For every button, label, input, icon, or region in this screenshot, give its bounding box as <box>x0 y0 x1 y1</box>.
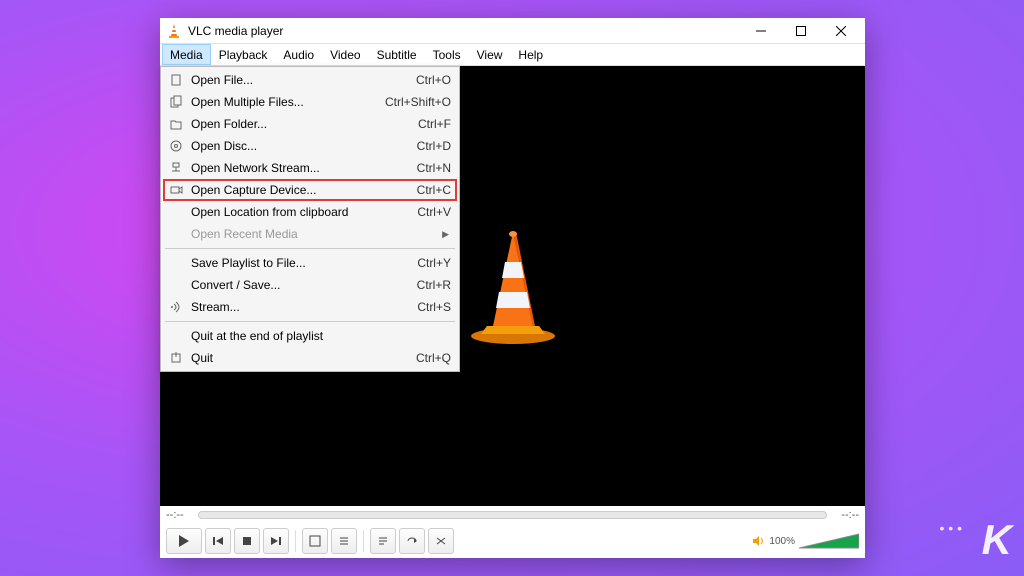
separator <box>295 530 296 552</box>
maximize-button[interactable] <box>781 18 821 44</box>
speaker-icon[interactable] <box>751 534 765 548</box>
menu-item-label: Open Folder... <box>191 117 418 131</box>
menu-item-open-network-stream[interactable]: Open Network Stream...Ctrl+N <box>163 157 457 179</box>
menu-view[interactable]: View <box>469 44 511 65</box>
files-icon <box>167 95 185 109</box>
menu-item-shortcut: Ctrl+O <box>416 73 451 87</box>
menu-item-save-playlist-to-file[interactable]: Save Playlist to File...Ctrl+Y <box>163 252 457 274</box>
quit-icon <box>167 351 185 365</box>
menu-item-label: Open Recent Media <box>191 227 451 241</box>
menu-item-shortcut: Ctrl+C <box>417 183 451 197</box>
loop-button[interactable] <box>399 528 425 554</box>
menu-item-shortcut: Ctrl+N <box>417 161 451 175</box>
volume-label: 100% <box>769 536 795 547</box>
menu-item-label: Quit at the end of playlist <box>191 329 451 343</box>
menubar: Media Playback Audio Video Subtitle Tool… <box>160 44 865 66</box>
menu-item-label: Open Disc... <box>191 139 417 153</box>
menu-item-label: Convert / Save... <box>191 278 417 292</box>
playlist-button[interactable] <box>370 528 396 554</box>
minimize-button[interactable] <box>741 18 781 44</box>
window-title: VLC media player <box>188 24 741 38</box>
menu-item-open-folder[interactable]: Open Folder...Ctrl+F <box>163 113 457 135</box>
folder-icon <box>167 117 185 131</box>
menu-tools[interactable]: Tools <box>425 44 469 65</box>
menu-subtitle[interactable]: Subtitle <box>369 44 425 65</box>
shuffle-button[interactable] <box>428 528 454 554</box>
previous-button[interactable] <box>205 528 231 554</box>
menu-item-shortcut: Ctrl+F <box>418 117 451 131</box>
playback-controls: 100% <box>160 524 865 558</box>
submenu-arrow-icon: ▶ <box>442 229 449 240</box>
volume-control: 100% <box>751 532 859 550</box>
menu-item-shortcut: Ctrl+R <box>417 278 451 292</box>
menu-item-quit[interactable]: QuitCtrl+Q <box>163 347 457 369</box>
menu-item-label: Open Capture Device... <box>191 183 417 197</box>
menu-help[interactable]: Help <box>510 44 551 65</box>
menu-item-shortcut: Ctrl+Shift+O <box>385 95 451 109</box>
menu-playback[interactable]: Playback <box>211 44 276 65</box>
menu-item-shortcut: Ctrl+Y <box>417 256 451 270</box>
seek-bar: --:-- --:-- <box>160 506 865 524</box>
vlc-window: VLC media player Media Playback Audio Vi… <box>160 18 865 558</box>
menu-item-stream[interactable]: Stream...Ctrl+S <box>163 296 457 318</box>
play-button[interactable] <box>166 528 202 554</box>
menu-item-shortcut: Ctrl+V <box>417 205 451 219</box>
menu-item-label: Open File... <box>191 73 416 87</box>
watermark-dots: • • • <box>940 520 962 536</box>
stop-button[interactable] <box>234 528 260 554</box>
menu-item-shortcut: Ctrl+S <box>417 300 451 314</box>
menu-item-label: Save Playlist to File... <box>191 256 417 270</box>
menu-item-label: Quit <box>191 351 416 365</box>
menu-item-open-disc[interactable]: Open Disc...Ctrl+D <box>163 135 457 157</box>
extended-settings-button[interactable] <box>331 528 357 554</box>
watermark-logo: K <box>982 516 1010 564</box>
separator <box>363 530 364 552</box>
menu-audio[interactable]: Audio <box>275 44 322 65</box>
media-dropdown: Open File...Ctrl+OOpen Multiple Files...… <box>160 66 460 372</box>
menu-item-open-location-from-clipboard[interactable]: Open Location from clipboardCtrl+V <box>163 201 457 223</box>
menu-item-open-file[interactable]: Open File...Ctrl+O <box>163 69 457 91</box>
menu-item-convert-save[interactable]: Convert / Save...Ctrl+R <box>163 274 457 296</box>
file-icon <box>167 73 185 87</box>
menu-item-quit-at-the-end-of-playlist[interactable]: Quit at the end of playlist <box>163 325 457 347</box>
disc-icon <box>167 139 185 153</box>
network-icon <box>167 161 185 175</box>
total-time: --:-- <box>833 509 859 521</box>
menu-item-open-capture-device[interactable]: Open Capture Device...Ctrl+C <box>163 179 457 201</box>
menu-separator <box>165 248 455 249</box>
titlebar: VLC media player <box>160 18 865 44</box>
volume-slider[interactable] <box>799 532 859 550</box>
menu-video[interactable]: Video <box>322 44 368 65</box>
menu-item-open-multiple-files[interactable]: Open Multiple Files...Ctrl+Shift+O <box>163 91 457 113</box>
menu-item-open-recent-media: Open Recent Media▶ <box>163 223 457 245</box>
vlc-cone-icon <box>166 23 182 39</box>
next-button[interactable] <box>263 528 289 554</box>
fullscreen-button[interactable] <box>302 528 328 554</box>
menu-item-label: Open Location from clipboard <box>191 205 417 219</box>
vlc-cone-logo <box>463 226 563 346</box>
seek-slider[interactable] <box>198 511 827 519</box>
menu-item-label: Stream... <box>191 300 417 314</box>
stream-icon <box>167 300 185 314</box>
capture-icon <box>167 183 185 197</box>
elapsed-time: --:-- <box>166 509 192 521</box>
close-button[interactable] <box>821 18 861 44</box>
menu-item-shortcut: Ctrl+D <box>417 139 451 153</box>
menu-separator <box>165 321 455 322</box>
menu-media[interactable]: Media <box>162 44 211 65</box>
menu-item-shortcut: Ctrl+Q <box>416 351 451 365</box>
menu-item-label: Open Network Stream... <box>191 161 417 175</box>
menu-item-label: Open Multiple Files... <box>191 95 385 109</box>
